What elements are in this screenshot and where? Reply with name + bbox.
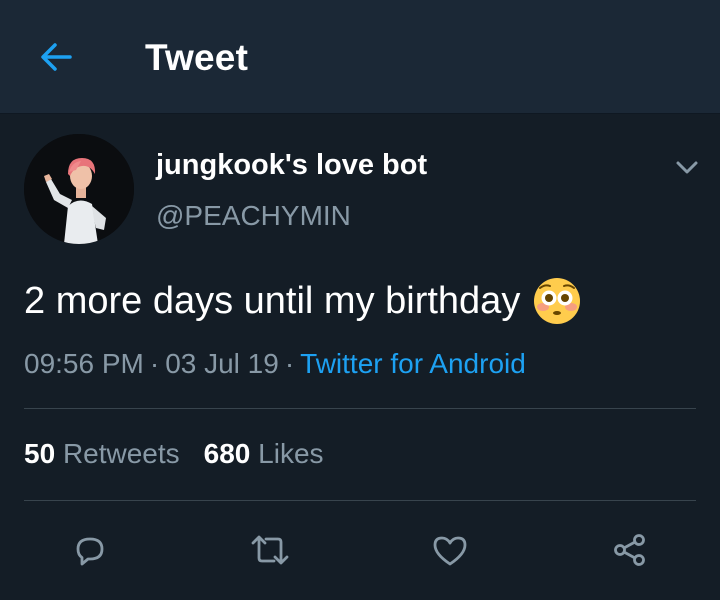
likes-count: 680 xyxy=(203,438,251,469)
arrow-left-icon xyxy=(41,43,72,71)
retweets-stat[interactable]: 50 Retweets xyxy=(24,438,180,469)
tweet-source-link[interactable]: Twitter for Android xyxy=(300,348,526,379)
tweet-text: 2 more days until my birthday xyxy=(24,276,582,326)
like-button[interactable] xyxy=(426,526,474,574)
share-icon xyxy=(614,534,645,566)
tweet-body: 2 more days until my birthday xyxy=(24,280,521,322)
page-title: Tweet xyxy=(145,37,249,78)
retweets-count: 50 xyxy=(24,438,56,469)
tweet-detail-page: Tweet jungkook's love bot @PEACHYMIN 2 m… xyxy=(0,0,720,600)
retweet-button[interactable] xyxy=(246,526,294,574)
chevron-down-icon xyxy=(676,161,698,174)
retweets-label: Retweets xyxy=(62,438,180,469)
flushed-face-emoji xyxy=(534,278,581,324)
top-app-bar: Tweet xyxy=(0,0,720,114)
reply-button[interactable] xyxy=(66,526,114,574)
likes-label: Likes xyxy=(258,438,324,469)
engagement-stats: 50 Retweets 680 Likes xyxy=(24,437,324,471)
retweet-icon xyxy=(251,535,289,565)
display-name[interactable]: jungkook's love bot xyxy=(156,148,427,182)
divider xyxy=(24,408,696,409)
user-handle[interactable]: @PEACHYMIN xyxy=(156,199,351,233)
divider xyxy=(24,500,696,501)
heart-icon xyxy=(433,536,467,566)
reply-icon xyxy=(76,537,104,566)
tweet-actions xyxy=(0,514,720,584)
likes-stat[interactable]: 680 Likes xyxy=(204,438,324,469)
share-button[interactable] xyxy=(606,526,654,574)
profile-photo xyxy=(24,134,134,244)
tweet-time: 09:56 PM xyxy=(24,348,144,379)
tweet-timestamp-row: 09:56 PM · 03 Jul 19 · Twitter for Android xyxy=(24,348,526,379)
tweet-date: 03 Jul 19 xyxy=(165,348,279,379)
avatar[interactable] xyxy=(24,134,134,244)
back-button[interactable] xyxy=(34,35,78,79)
more-options-button[interactable] xyxy=(670,150,704,184)
